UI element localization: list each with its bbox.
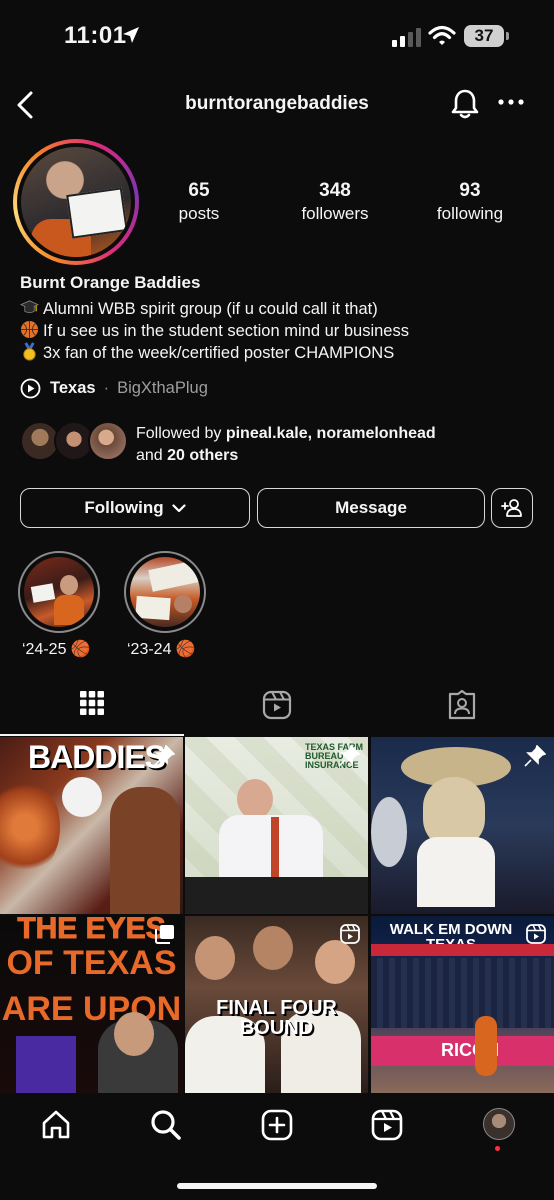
following-button[interactable]: Following <box>20 488 250 528</box>
graduation-cap-icon <box>20 300 39 314</box>
post-tile-3[interactable] <box>371 737 554 914</box>
medal-icon <box>23 342 36 361</box>
bio-text-1: Alumni WBB spirit group (if u could call… <box>43 300 378 318</box>
bell-icon[interactable] <box>450 88 480 120</box>
followed-by-text[interactable]: Followed by pineal.kale, noramelonhead a… <box>136 423 436 467</box>
followed-by-names: pineal.kale, noramelonhead <box>225 425 436 442</box>
add-user-button[interactable] <box>491 488 533 528</box>
bio-line-2: If u see us in the student section mind … <box>20 320 409 341</box>
followed-by-prefix: Followed by <box>136 425 226 442</box>
profile-avatar-tab[interactable] <box>483 1108 515 1140</box>
add-user-icon <box>501 499 522 517</box>
active-tab-indicator <box>0 734 184 736</box>
signal-icon <box>392 28 421 47</box>
battery-tip <box>506 32 509 40</box>
stat-following[interactable]: 93 following <box>425 180 515 224</box>
post-tile-1[interactable]: BADDIES <box>0 737 183 914</box>
create-icon[interactable] <box>261 1109 293 1141</box>
followers-label: followers <box>301 204 369 223</box>
basketball-icon <box>20 320 39 339</box>
pin-icon <box>338 745 360 767</box>
posts-grid: BADDIES TEXAS FARM BUREAU INSURANCE THE … <box>0 737 554 1093</box>
followed-by-and: and <box>136 447 168 464</box>
link-separator: · <box>103 379 110 397</box>
message-button[interactable]: Message <box>257 488 485 528</box>
post-tile-6[interactable]: WALK EM DOWN TEXAS RICOH <box>371 916 554 1093</box>
mutual-avatar-3 <box>88 421 128 461</box>
battery-level: 37 <box>464 25 504 47</box>
post-tile-5[interactable]: FINAL FOUR BOUND <box>185 916 368 1093</box>
notification-dot <box>495 1146 500 1151</box>
following-button-label: Following <box>84 498 164 517</box>
pin-icon <box>153 745 175 767</box>
profile-avatar-ring[interactable] <box>13 139 139 265</box>
play-circle-icon <box>20 378 41 399</box>
stat-followers[interactable]: 348 followers <box>290 180 380 224</box>
post-4-line-2: OF TEXAS <box>6 944 177 982</box>
highlight-23-24[interactable] <box>124 551 206 633</box>
following-label: following <box>436 204 504 223</box>
message-button-label: Message <box>335 498 407 517</box>
more-horizontal-icon[interactable] <box>498 98 524 106</box>
reel-icon <box>526 924 546 944</box>
tab-reels[interactable] <box>185 690 369 736</box>
profile-avatar <box>21 147 131 257</box>
post-5-title: FINAL FOUR BOUND <box>216 997 337 1039</box>
reel-icon <box>340 924 360 944</box>
highlight-23-24-label: ‘23-24 🏀 <box>127 641 196 658</box>
search-icon[interactable] <box>150 1109 182 1141</box>
chevron-down-icon <box>172 503 186 512</box>
posts-count: 65 <box>188 180 210 201</box>
tab-tagged[interactable] <box>370 690 554 736</box>
posts-label: posts <box>178 204 220 223</box>
bio-text-2: If u see us in the student section mind … <box>43 322 409 340</box>
reels-icon <box>262 690 292 720</box>
post-1-title: BADDIES <box>28 739 166 775</box>
music-link-row[interactable]: Texas · BigXthaPlug <box>20 378 208 399</box>
tab-posts-grid[interactable] <box>0 690 184 736</box>
multi-photo-icon <box>155 925 174 944</box>
link-title: Texas <box>50 379 96 397</box>
wifi-icon <box>428 25 456 45</box>
bio-text-3: 3x fan of the week/certified poster CHAM… <box>43 344 395 362</box>
bio-line-3: 3x fan of the week/certified poster CHAM… <box>20 342 394 363</box>
status-bar: 11:01 37 <box>0 0 554 74</box>
highlight-24-25[interactable] <box>18 551 100 633</box>
followed-by-others: 20 others <box>167 447 239 464</box>
location-arrow-icon <box>123 27 139 43</box>
reels-nav-icon[interactable] <box>371 1109 403 1141</box>
post-tile-2[interactable]: TEXAS FARM BUREAU INSURANCE <box>185 737 368 914</box>
link-artist: BigXthaPlug <box>117 379 208 397</box>
following-count: 93 <box>459 180 481 201</box>
profile-display-name: Burnt Orange Baddies <box>20 273 201 292</box>
status-time: 11:01 <box>64 22 127 49</box>
bio-line-1: Alumni WBB spirit group (if u could call… <box>20 298 378 319</box>
pin-icon <box>524 745 546 767</box>
home-icon[interactable] <box>40 1109 72 1141</box>
post-tile-4[interactable]: THE EYES OF TEXAS ARE UPON <box>0 916 183 1093</box>
stat-posts[interactable]: 65 posts <box>160 180 238 224</box>
home-indicator <box>177 1183 377 1189</box>
highlight-24-25-label: ‘24-25 🏀 <box>22 641 91 658</box>
tagged-icon <box>448 690 476 720</box>
followers-count: 348 <box>319 180 351 201</box>
grid-icon <box>80 691 104 715</box>
